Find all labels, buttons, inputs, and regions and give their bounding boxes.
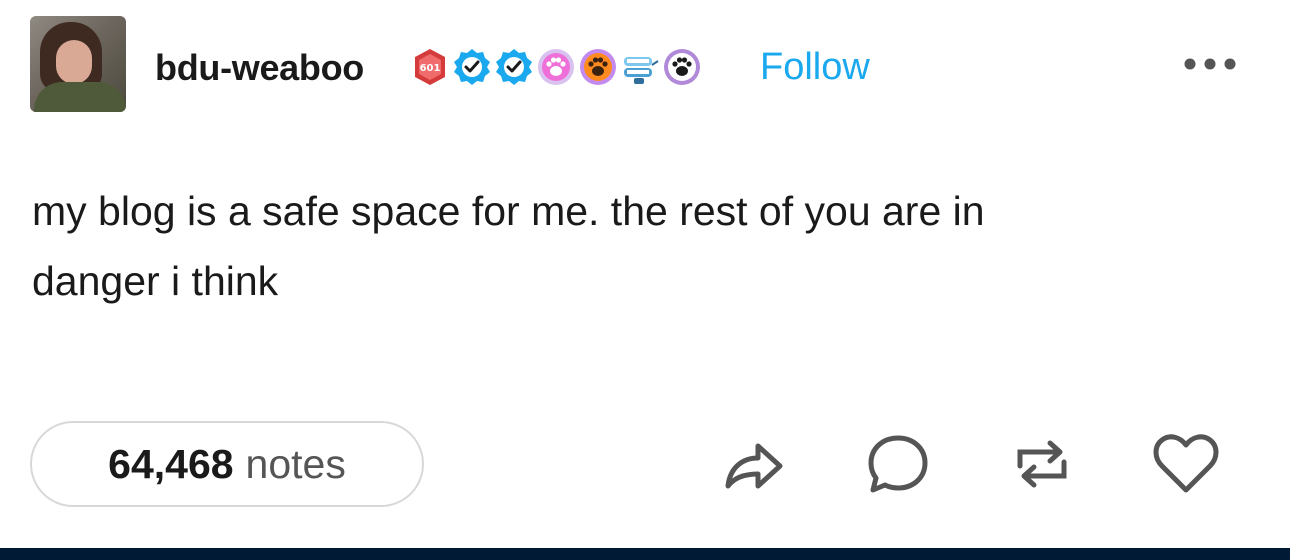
- avatar-face: [56, 40, 92, 84]
- chattering-teeth-icon[interactable]: [620, 47, 660, 87]
- reply-icon[interactable]: [862, 428, 934, 500]
- verified-checkmark-icon[interactable]: [494, 47, 534, 87]
- badge-row: 601: [410, 44, 704, 90]
- follow-button[interactable]: Follow: [760, 46, 870, 88]
- post-body: my blog is a safe space for me. the rest…: [32, 176, 1232, 316]
- top-badge-label: 601: [420, 63, 441, 74]
- post-text-line: my blog is a safe space for me. the rest…: [32, 188, 985, 234]
- more-options-icon[interactable]: [1180, 52, 1244, 76]
- notes-button[interactable]: 64,468 notes: [30, 421, 424, 507]
- top-badge-icon[interactable]: 601: [410, 47, 450, 87]
- avatar-body: [34, 82, 126, 112]
- like-icon[interactable]: [1150, 428, 1222, 500]
- notes-label: notes: [245, 440, 346, 487]
- username[interactable]: bdu-weaboo: [155, 48, 364, 88]
- verified-checkmark-icon[interactable]: [452, 47, 492, 87]
- post-text-line: danger i think: [32, 258, 279, 304]
- bottom-bar: [0, 548, 1290, 560]
- orange-paw-icon[interactable]: [578, 47, 618, 87]
- avatar[interactable]: [30, 16, 126, 112]
- black-paw-icon[interactable]: [662, 47, 702, 87]
- reblog-icon[interactable]: [1006, 428, 1078, 500]
- notes-count: 64,468: [108, 440, 234, 487]
- pink-paw-icon[interactable]: [536, 47, 576, 87]
- share-icon[interactable]: [718, 428, 790, 500]
